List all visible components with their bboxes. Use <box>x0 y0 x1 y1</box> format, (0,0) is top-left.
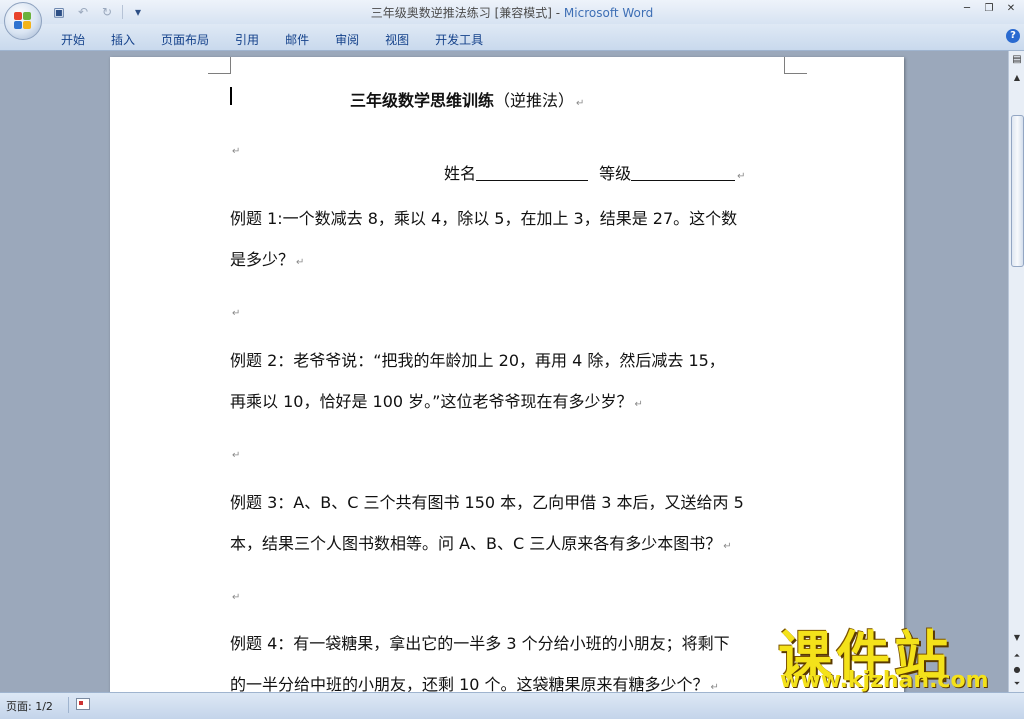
tab-mailings[interactable]: 邮件 <box>272 29 322 50</box>
paragraph-mark: ↵ <box>232 450 241 461</box>
question-4-line-1: 例题 4：有一袋糖果，拿出它的一半多 3 个分给小班的小朋友；将剩下 <box>230 634 730 653</box>
text-cursor <box>230 87 232 105</box>
paragraph-mark: ↵ <box>576 98 585 109</box>
status-bar: 页面: 1/2 <box>0 692 1024 719</box>
ribbon-tab-bar: 开始 插入 页面布局 引用 邮件 审阅 视图 开发工具 ? <box>0 24 1024 51</box>
question-text: 的一半分给中班的小朋友，还剩 10 个。这袋糖果原来有糖多少个？ <box>230 675 709 692</box>
question-4-line-2: 的一半分给中班的小朋友，还剩 10 个。这袋糖果原来有糖多少个？ ↵ <box>230 671 719 692</box>
vertical-scrollbar[interactable]: ▤ ▲ ▼ ⏶ ● ⏷ <box>1008 51 1024 692</box>
scroll-down-icon[interactable]: ▼ <box>1010 631 1024 645</box>
empty-paragraph: ↵ <box>230 585 240 604</box>
app-name: Microsoft Word <box>563 6 654 20</box>
name-label: 姓名 <box>444 164 477 183</box>
paragraph-mark: ↵ <box>737 171 746 182</box>
empty-paragraph: ↵ <box>230 139 240 158</box>
document-page[interactable]: 三年级数学思维训练（逆推法） ↵ ↵ 姓名 等级 ↵ 例题 1:一个数减去 8，乘以… <box>110 57 904 692</box>
tab-view[interactable]: 视图 <box>372 29 422 50</box>
scroll-up-icon[interactable]: ▲ <box>1010 71 1024 85</box>
close-icon[interactable]: ✕ <box>1004 2 1018 16</box>
window-title: 三年级奥数逆推法练习 [兼容模式] - Microsoft Word <box>0 4 1024 21</box>
question-3-line-1: 例题 3：A、B、C 三个共有图书 150 本，乙向甲借 3 本后，又送给丙 5 <box>230 493 744 512</box>
question-text: 是多少？ <box>230 250 295 269</box>
paragraph-mark: ↵ <box>232 592 241 603</box>
crop-mark <box>208 57 231 74</box>
question-3-line-2: 本，结果三个人图书数相等。问 A、B、C 三人原来各有多少本图书？ ↵ <box>230 530 732 554</box>
name-blank <box>476 164 589 181</box>
page-indicator[interactable]: 页面: 1/2 <box>6 698 53 714</box>
paragraph-mark: ↵ <box>296 257 305 268</box>
tab-references[interactable]: 引用 <box>222 29 272 50</box>
ruler-toggle-icon[interactable]: ▤ <box>1010 53 1024 67</box>
office-button[interactable] <box>4 2 42 40</box>
empty-paragraph: ↵ <box>230 301 240 320</box>
tab-home[interactable]: 开始 <box>48 29 98 50</box>
question-1-line-2: 是多少？ ↵ <box>230 246 304 270</box>
heading-suffix: （逆推法） <box>494 91 575 110</box>
paragraph-mark: ↵ <box>232 146 241 157</box>
ribbon-tabs: 开始 插入 页面布局 引用 邮件 审阅 视图 开发工具 <box>48 29 496 50</box>
question-2-line-2: 再乘以 10，恰好是 100 岁。”这位老爷爷现在有多少岁？ ↵ <box>230 388 643 412</box>
tab-developer[interactable]: 开发工具 <box>422 29 496 50</box>
heading-bold-text: 三年级数学思维训练 <box>350 91 495 110</box>
office-logo-icon <box>14 12 32 30</box>
paragraph-mark: ↵ <box>634 399 643 410</box>
question-1-line-1: 例题 1:一个数减去 8，乘以 4，除以 5，在加上 3，结果是 27。这个数 <box>230 209 738 228</box>
tab-review[interactable]: 审阅 <box>322 29 372 50</box>
paragraph-mark: ↵ <box>232 308 241 319</box>
minimize-icon[interactable]: ─ <box>960 2 974 16</box>
watermark-url: www.kjzhan.com <box>780 668 989 693</box>
select-browse-object-icon[interactable]: ● <box>1010 663 1024 677</box>
question-text: 本，结果三个人图书数相等。问 A、B、C 三人原来各有多少本图书？ <box>230 534 722 553</box>
question-2-line-1: 例题 2：老爷爷说：“把我的年龄加上 20，再用 4 除，然后减去 15， <box>230 351 725 370</box>
document-title: 三年级奥数逆推法练习 [兼容模式] - <box>370 6 564 20</box>
previous-page-icon[interactable]: ⏶ <box>1010 649 1024 663</box>
restore-icon[interactable]: ❐ <box>982 2 996 16</box>
document-heading: 三年级数学思维训练（逆推法） ↵ <box>350 87 584 111</box>
empty-paragraph: ↵ <box>230 443 240 462</box>
title-bar: ▣ ↶ ↻ ▾ 三年级奥数逆推法练习 [兼容模式] - Microsoft Wo… <box>0 0 1024 24</box>
crop-mark <box>784 57 807 74</box>
status-separator <box>68 697 69 713</box>
paragraph-mark: ↵ <box>710 682 719 692</box>
paragraph-mark: ↵ <box>723 541 732 552</box>
window-controls: ─ ❐ ✕ <box>960 2 1018 16</box>
grade-label: 等级 <box>599 164 632 183</box>
tab-page-layout[interactable]: 页面布局 <box>148 29 222 50</box>
name-grade-line: 姓名 等级 ↵ <box>444 160 746 184</box>
grade-blank <box>631 164 736 181</box>
proofing-icon[interactable] <box>76 698 90 710</box>
next-page-icon[interactable]: ⏷ <box>1010 677 1024 691</box>
question-text: 再乘以 10，恰好是 100 岁。”这位老爷爷现在有多少岁？ <box>230 392 633 411</box>
help-icon[interactable]: ? <box>1006 29 1020 43</box>
scroll-thumb[interactable] <box>1011 115 1024 267</box>
tab-insert[interactable]: 插入 <box>98 29 148 50</box>
document-area: 三年级数学思维训练（逆推法） ↵ ↵ 姓名 等级 ↵ 例题 1:一个数减去 8，乘以… <box>0 51 1008 692</box>
